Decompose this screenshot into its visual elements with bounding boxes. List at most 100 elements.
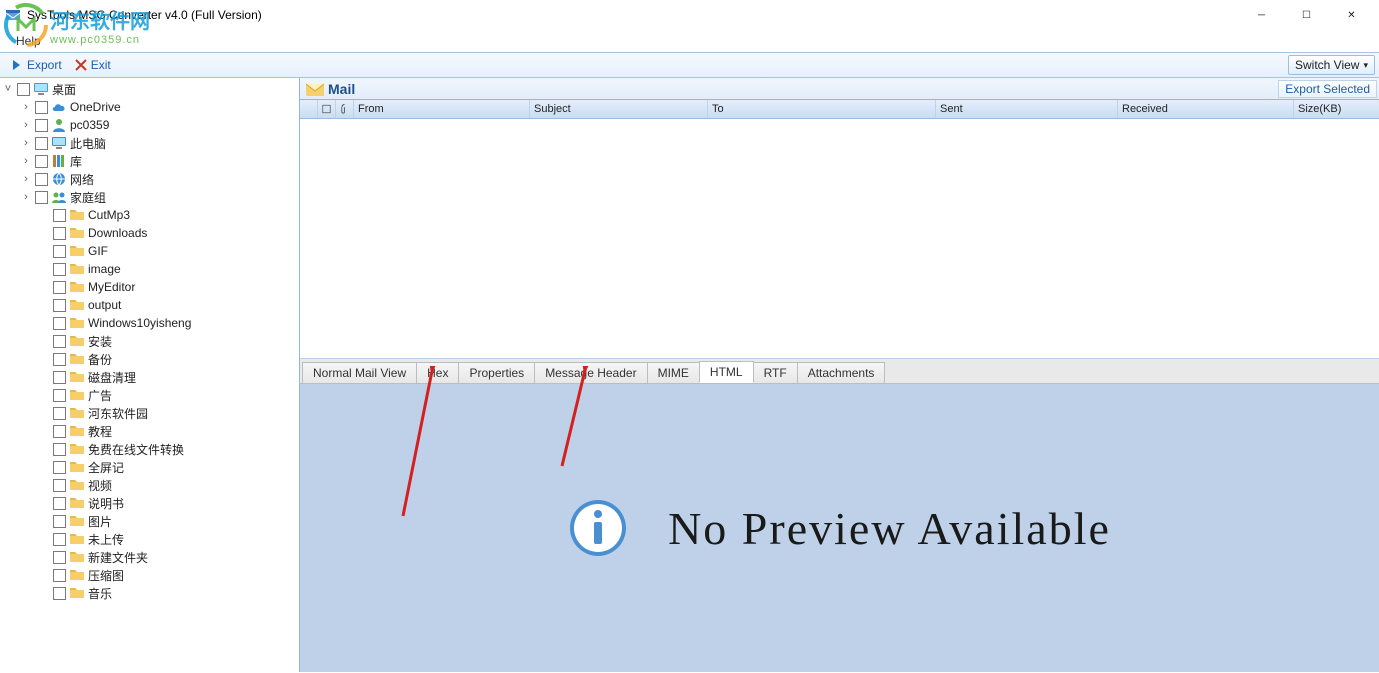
- tree-folder[interactable]: 免费在线文件转换: [2, 440, 297, 458]
- tree-item-cloud[interactable]: ›OneDrive: [2, 98, 297, 116]
- col-flag[interactable]: [318, 100, 336, 118]
- checkbox[interactable]: [35, 101, 48, 114]
- checkbox[interactable]: [53, 263, 66, 276]
- tab-hex[interactable]: Hex: [416, 362, 459, 383]
- mail-title: Mail: [328, 81, 1278, 97]
- tree-folder-label: 教程: [88, 423, 116, 440]
- checkbox[interactable]: [53, 245, 66, 258]
- tree-item-pc[interactable]: ›此电脑: [2, 134, 297, 152]
- checkbox[interactable]: [53, 335, 66, 348]
- folder-icon: [69, 441, 85, 457]
- expand-icon[interactable]: ›: [20, 155, 32, 167]
- tree-root[interactable]: ˅ 桌面: [2, 80, 297, 98]
- checkbox[interactable]: [53, 389, 66, 402]
- tree-folder-label: image: [88, 262, 125, 276]
- tree-folder[interactable]: 备份: [2, 350, 297, 368]
- checkbox[interactable]: [35, 119, 48, 132]
- exit-button[interactable]: Exit: [68, 56, 117, 74]
- folder-icon: [69, 315, 85, 331]
- tree-item-net[interactable]: ›网络: [2, 170, 297, 188]
- checkbox[interactable]: [53, 425, 66, 438]
- tree-folder[interactable]: output: [2, 296, 297, 314]
- tree-folder[interactable]: 安装: [2, 332, 297, 350]
- checkbox[interactable]: [53, 533, 66, 546]
- tab-properties[interactable]: Properties: [458, 362, 535, 383]
- folder-tree[interactable]: ˅ 桌面 ›OneDrive›pc0359›此电脑›库›网络›家庭组 CutMp…: [0, 78, 300, 672]
- tree-folder[interactable]: 河东软件园: [2, 404, 297, 422]
- tree-folder[interactable]: 说明书: [2, 494, 297, 512]
- tree-folder[interactable]: 广告: [2, 386, 297, 404]
- tree-folder[interactable]: CutMp3: [2, 206, 297, 224]
- tree-item-user[interactable]: ›pc0359: [2, 116, 297, 134]
- tab-rtf[interactable]: RTF: [753, 362, 798, 383]
- col-sent[interactable]: Sent: [936, 100, 1118, 118]
- export-button[interactable]: Export: [4, 56, 68, 74]
- tree-folder[interactable]: GIF: [2, 242, 297, 260]
- col-attachment[interactable]: [336, 100, 354, 118]
- mail-list[interactable]: [300, 119, 1379, 359]
- tree-item-group[interactable]: ›家庭组: [2, 188, 297, 206]
- tree-folder[interactable]: Downloads: [2, 224, 297, 242]
- checkbox[interactable]: [53, 461, 66, 474]
- checkbox[interactable]: [53, 587, 66, 600]
- tab-normal[interactable]: Normal Mail View: [302, 362, 417, 383]
- col-size[interactable]: Size(KB): [1294, 100, 1379, 118]
- checkbox[interactable]: [53, 209, 66, 222]
- tree-item-lib[interactable]: ›库: [2, 152, 297, 170]
- tab-attachments[interactable]: Attachments: [797, 362, 886, 383]
- export-selected-button[interactable]: Export Selected: [1278, 80, 1377, 98]
- tree-folder[interactable]: 压缩图: [2, 566, 297, 584]
- minimize-button[interactable]: ─: [1239, 0, 1284, 30]
- checkbox[interactable]: [35, 155, 48, 168]
- col-select[interactable]: [300, 100, 318, 118]
- tree-folder[interactable]: Windows10yisheng: [2, 314, 297, 332]
- col-received[interactable]: Received: [1118, 100, 1294, 118]
- lib-icon: [51, 153, 67, 169]
- col-subject[interactable]: Subject: [530, 100, 708, 118]
- tree-folder[interactable]: 新建文件夹: [2, 548, 297, 566]
- col-from[interactable]: From: [354, 100, 530, 118]
- menu-help[interactable]: Help: [8, 32, 49, 50]
- maximize-button[interactable]: ☐: [1284, 0, 1329, 30]
- checkbox[interactable]: [53, 407, 66, 420]
- tab-html[interactable]: HTML: [699, 361, 754, 383]
- checkbox[interactable]: [53, 569, 66, 582]
- expand-icon[interactable]: ›: [20, 173, 32, 185]
- collapse-icon[interactable]: ˅: [2, 83, 14, 95]
- tree-folder[interactable]: 图片: [2, 512, 297, 530]
- close-button[interactable]: ✕: [1329, 0, 1374, 30]
- checkbox[interactable]: [53, 371, 66, 384]
- switch-view-button[interactable]: Switch View ▾: [1288, 55, 1375, 75]
- tab-mime[interactable]: MIME: [647, 362, 700, 383]
- checkbox[interactable]: [53, 353, 66, 366]
- checkbox[interactable]: [17, 83, 30, 96]
- checkbox[interactable]: [53, 497, 66, 510]
- checkbox[interactable]: [53, 317, 66, 330]
- checkbox[interactable]: [53, 227, 66, 240]
- tree-folder[interactable]: image: [2, 260, 297, 278]
- checkbox[interactable]: [53, 443, 66, 456]
- checkbox[interactable]: [53, 551, 66, 564]
- tree-folder[interactable]: MyEditor: [2, 278, 297, 296]
- checkbox[interactable]: [35, 191, 48, 204]
- tree-folder[interactable]: 音乐: [2, 584, 297, 602]
- expand-icon[interactable]: ›: [20, 101, 32, 113]
- col-to[interactable]: To: [708, 100, 936, 118]
- tree-folder-label: 磁盘清理: [88, 369, 140, 386]
- tree-folder[interactable]: 教程: [2, 422, 297, 440]
- expand-icon[interactable]: ›: [20, 137, 32, 149]
- checkbox[interactable]: [53, 299, 66, 312]
- tree-folder[interactable]: 未上传: [2, 530, 297, 548]
- tab-message-header[interactable]: Message Header: [534, 362, 647, 383]
- checkbox[interactable]: [53, 515, 66, 528]
- checkbox[interactable]: [35, 173, 48, 186]
- tree-folder[interactable]: 视频: [2, 476, 297, 494]
- tree-folder[interactable]: 磁盘清理: [2, 368, 297, 386]
- expand-icon[interactable]: ›: [20, 119, 32, 131]
- checkbox[interactable]: [53, 281, 66, 294]
- checkbox[interactable]: [53, 479, 66, 492]
- tree-folder[interactable]: 全屏记: [2, 458, 297, 476]
- folder-icon: [69, 279, 85, 295]
- expand-icon[interactable]: ›: [20, 191, 32, 203]
- checkbox[interactable]: [35, 137, 48, 150]
